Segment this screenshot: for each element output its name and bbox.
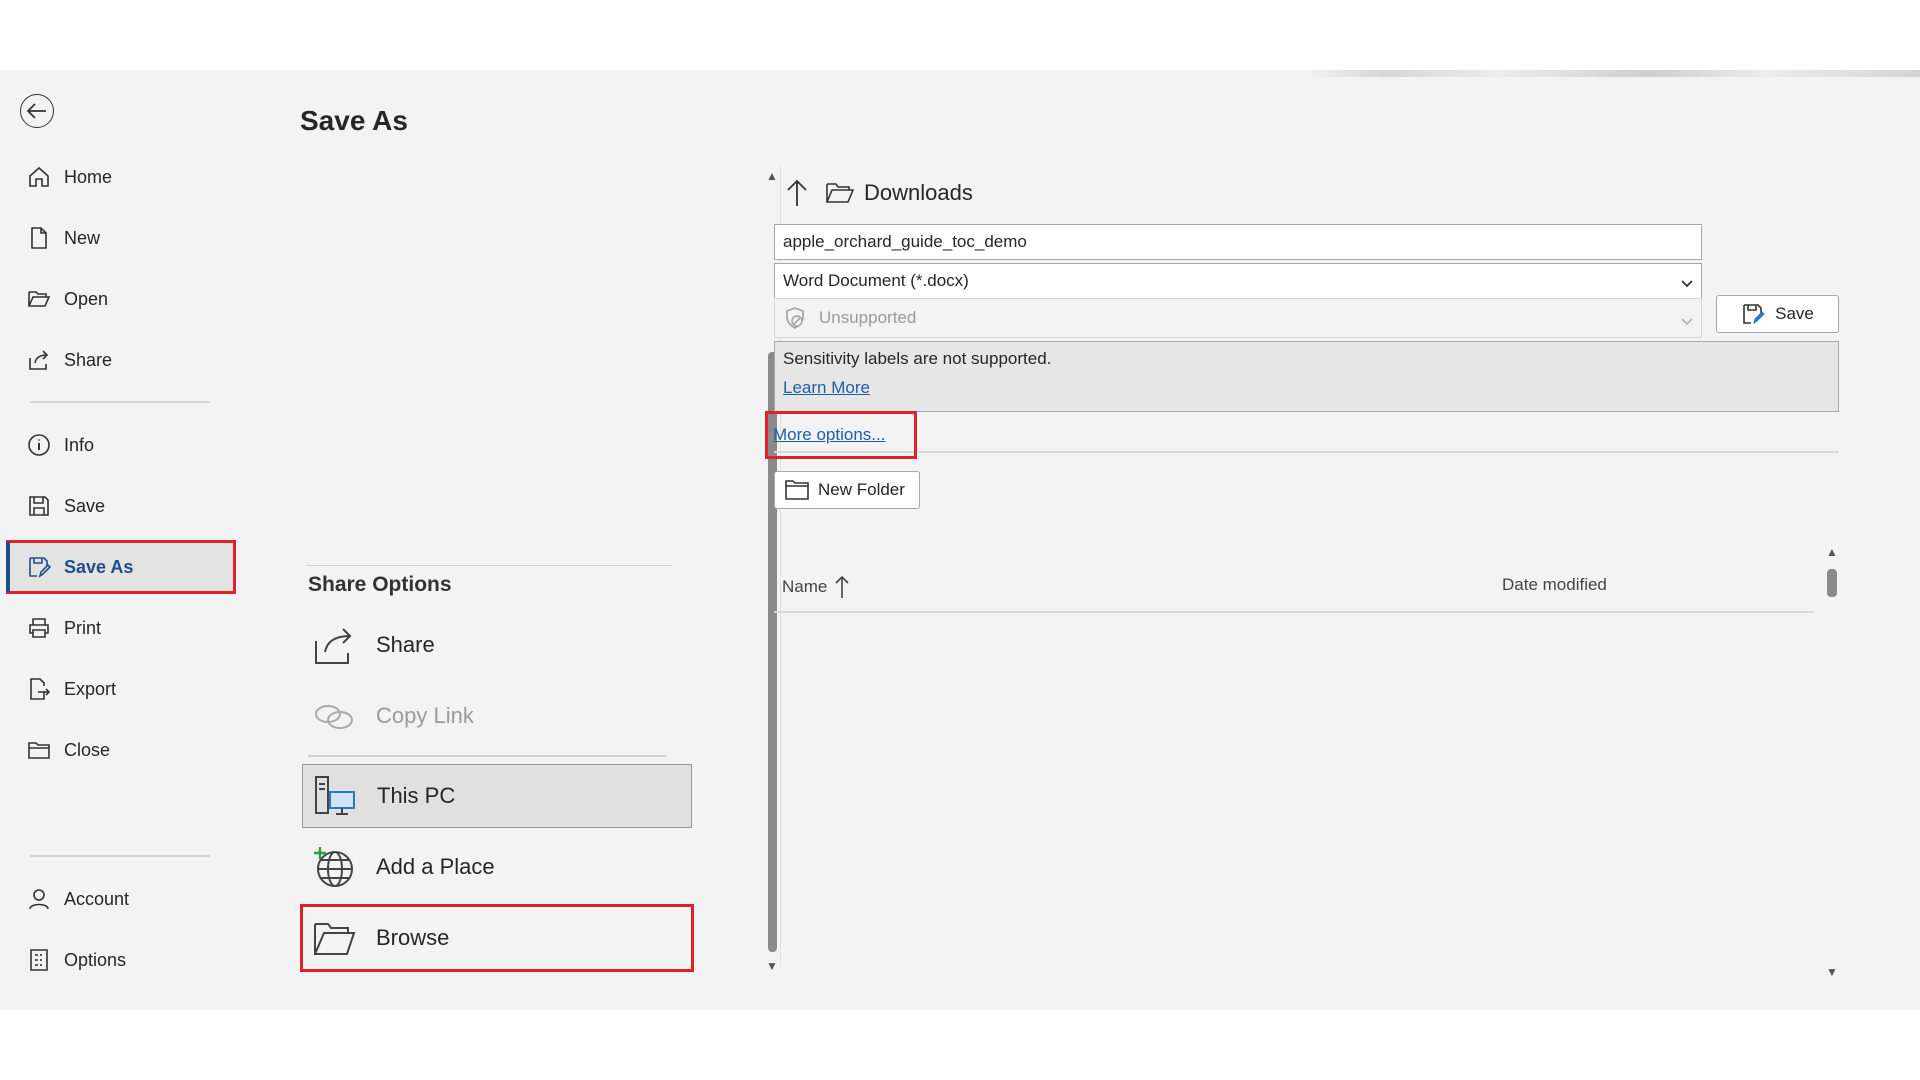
share-options-divider xyxy=(306,565,672,566)
print-icon xyxy=(26,615,52,641)
globe-add-icon xyxy=(310,843,358,891)
nav-item-new[interactable]: New xyxy=(8,213,234,263)
copy-link-label: Copy Link xyxy=(376,703,474,728)
current-folder[interactable]: Downloads xyxy=(864,180,973,206)
nav-item-open[interactable]: Open xyxy=(8,274,234,324)
copy-link-location[interactable]: Copy Link xyxy=(302,684,692,748)
browse-label: Browse xyxy=(376,925,450,950)
chevron-down-icon xyxy=(1681,274,1693,294)
new-folder-button[interactable]: New Folder xyxy=(774,471,920,509)
open-folder-icon xyxy=(26,286,52,312)
nav-item-info[interactable]: Info xyxy=(8,420,234,470)
scroll-down-icon[interactable]: ▼ xyxy=(1824,965,1840,979)
panel-divider xyxy=(774,451,1839,453)
account-icon xyxy=(26,886,52,912)
add-place-label: Add a Place xyxy=(376,854,495,879)
filetype-value: Word Document (*.docx) xyxy=(783,271,969,290)
info-icon xyxy=(26,432,52,458)
folder-icon xyxy=(785,479,809,501)
column-name-header[interactable]: Name xyxy=(782,575,849,599)
nav-item-label: Open xyxy=(64,288,109,309)
column-name-label: Name xyxy=(782,577,828,596)
close-folder-icon xyxy=(26,737,52,763)
browse-folder-icon xyxy=(310,914,358,962)
more-options-link[interactable]: More options... xyxy=(765,411,917,459)
add-place-location[interactable]: Add a Place xyxy=(302,835,692,899)
home-icon xyxy=(26,164,52,190)
sensitivity-notice: Sensitivity labels are not supported. Le… xyxy=(774,341,1839,412)
nav-item-label: Save xyxy=(64,495,106,516)
nav-item-label: Share xyxy=(64,349,113,370)
main-content: Save As Share Options Share Copy Link Th… xyxy=(240,77,1920,1010)
sensitivity-value: Unsupported xyxy=(819,308,917,327)
learn-more-link[interactable]: Learn More xyxy=(783,378,870,398)
back-arrow-icon xyxy=(27,103,46,119)
scrollbar-thumb[interactable] xyxy=(1827,569,1837,597)
browse-location[interactable]: Browse xyxy=(300,904,694,972)
new-document-icon xyxy=(26,225,52,251)
nav-item-label: Account xyxy=(64,888,130,909)
sort-ascending-icon xyxy=(835,575,849,599)
window-top-strip xyxy=(0,70,1920,77)
nav-item-print[interactable]: Print xyxy=(8,603,234,653)
save-button-label: Save xyxy=(1775,304,1814,323)
nav-item-save-as[interactable]: Save As xyxy=(6,540,236,594)
sensitivity-message: Sensitivity labels are not supported. xyxy=(783,349,1052,368)
nav-item-label: Save As xyxy=(64,556,134,577)
file-list-scrollbar[interactable]: ▲ ▼ xyxy=(1824,545,1840,979)
up-arrow-icon[interactable] xyxy=(782,176,812,210)
filetype-select[interactable]: Word Document (*.docx) xyxy=(774,263,1702,299)
share-icon xyxy=(310,621,358,669)
locations-divider xyxy=(308,755,666,757)
nav-item-export[interactable]: Export xyxy=(8,664,234,714)
link-icon xyxy=(310,692,358,740)
nav-divider xyxy=(30,401,210,403)
folder-icon xyxy=(826,182,858,204)
save-button[interactable]: Save xyxy=(1716,295,1839,333)
computer-icon xyxy=(311,772,359,820)
path-breadcrumb: Downloads xyxy=(782,173,973,213)
this-pc-location[interactable]: This PC xyxy=(302,764,692,828)
new-folder-label: New Folder xyxy=(818,480,905,499)
back-button[interactable] xyxy=(20,94,54,128)
filename-input[interactable]: apple_orchard_guide_toc_demo xyxy=(774,224,1702,260)
share-label: Share xyxy=(376,632,435,657)
nav-item-options[interactable]: Options xyxy=(8,935,234,985)
save-icon xyxy=(26,493,52,519)
save-as-icon xyxy=(1741,302,1765,326)
nav-item-account[interactable]: Account xyxy=(8,874,234,924)
nav-item-label: Options xyxy=(64,949,127,970)
share-icon xyxy=(26,347,52,373)
chevron-down-icon xyxy=(1681,312,1693,332)
nav-item-label: Home xyxy=(64,166,113,187)
scroll-up-icon[interactable]: ▲ xyxy=(1824,545,1840,559)
this-pc-label: This PC xyxy=(377,783,456,808)
export-icon xyxy=(26,676,52,702)
nav-item-label: Close xyxy=(64,739,111,760)
nav-item-label: Export xyxy=(64,678,117,699)
nav-divider xyxy=(30,855,210,857)
share-options-heading: Share Options xyxy=(308,573,452,596)
share-location[interactable]: Share xyxy=(302,613,692,677)
locations-list: Share Options Share Copy Link This PC Ad… xyxy=(300,167,781,987)
nav-item-save[interactable]: Save xyxy=(8,481,234,531)
options-icon xyxy=(26,947,52,973)
nav-item-close[interactable]: Close xyxy=(8,725,234,775)
save-panel: Downloads apple_orchard_guide_toc_demo W… xyxy=(765,167,1884,987)
nav-item-home[interactable]: Home xyxy=(8,152,234,202)
backstage-nav: Home New Open Share Info Save Save As Pr… xyxy=(0,77,240,1010)
nav-item-label: New xyxy=(64,227,101,248)
save-as-icon xyxy=(26,554,52,580)
file-list-header: Name Date modified xyxy=(774,559,1814,613)
nav-item-share[interactable]: Share xyxy=(8,335,234,385)
nav-item-label: Info xyxy=(64,434,95,455)
column-date-header[interactable]: Date modified xyxy=(1502,575,1607,595)
nav-item-label: Print xyxy=(64,617,102,638)
shield-icon xyxy=(783,306,807,330)
page-title: Save As xyxy=(300,105,408,136)
sensitivity-select[interactable]: Unsupported xyxy=(774,298,1702,338)
